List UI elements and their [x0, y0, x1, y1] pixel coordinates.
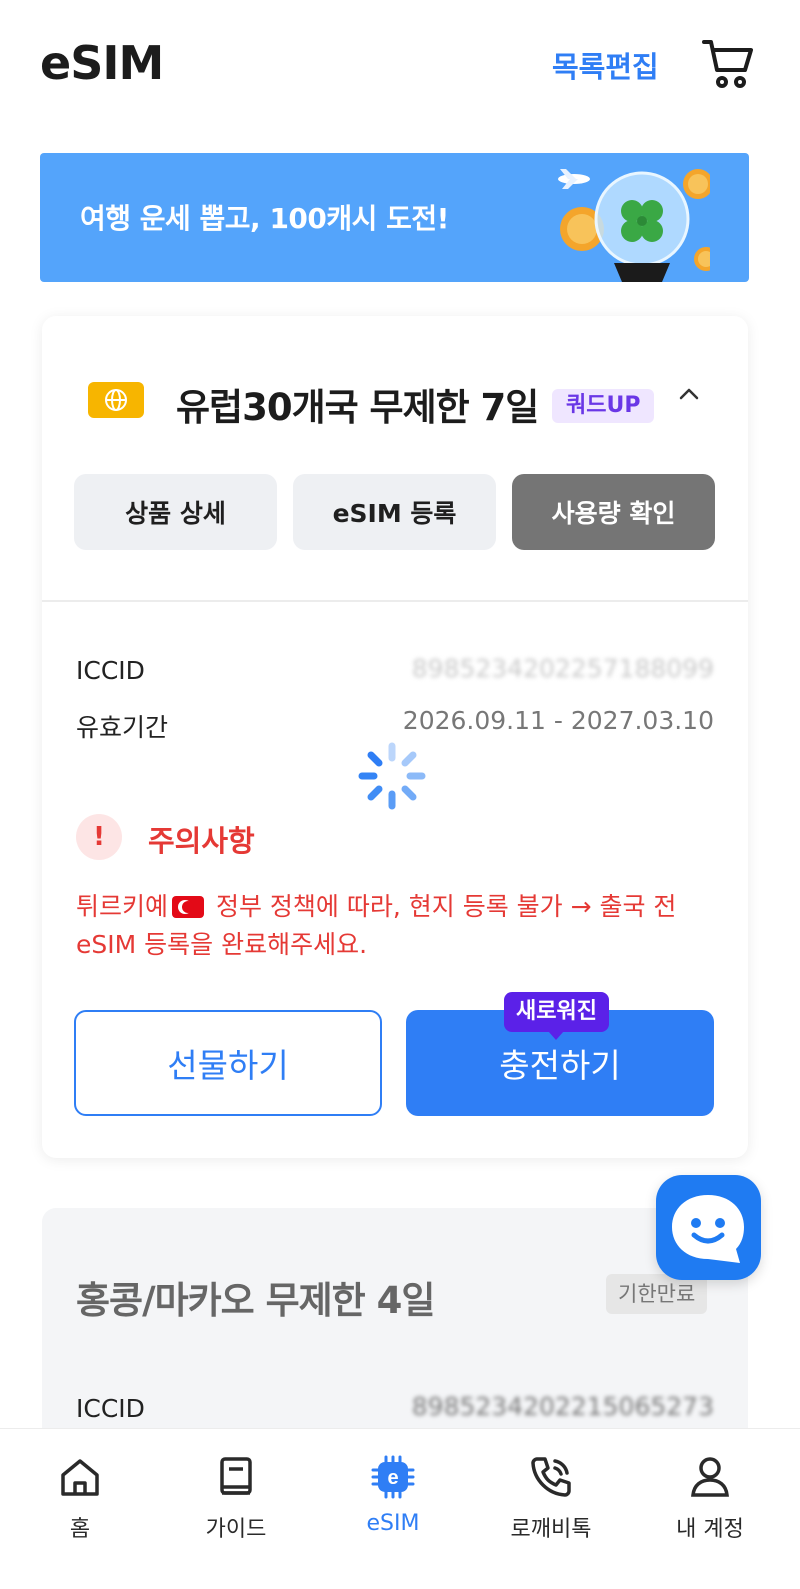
- warning-text: 튀르키예 정부 정책에 따라, 현지 등록 불가 → 출국 전 eSIM 등록을…: [76, 888, 726, 964]
- quad-up-badge: 쿼드UP: [552, 389, 655, 423]
- home-icon: [61, 1459, 99, 1496]
- nav-account-label: 내 계정: [676, 1517, 744, 1542]
- tab-product-detail[interactable]: 상품 상세: [74, 474, 277, 550]
- iccid-value: 8985234202257188099: [411, 654, 714, 683]
- validity-value: 2026.09.11 - 2027.03.10: [402, 706, 714, 735]
- turkey-flag-icon: [172, 896, 205, 918]
- esim-card-europe: 유럽30개국 무제한 7일 쿼드UP 상품 상세 eSIM 등록 사용량 확인 …: [42, 316, 748, 1158]
- app-header: eSIM 목록편집: [0, 0, 800, 130]
- warning-text-country: 튀르키예: [76, 892, 169, 921]
- book-icon: [220, 1457, 252, 1495]
- chevron-up-icon[interactable]: [674, 379, 704, 409]
- promo-banner[interactable]: 여행 운세 뽑고, 100캐시 도전!: [40, 153, 749, 282]
- chat-bot-button[interactable]: [656, 1175, 761, 1280]
- nav-guide-label: 가이드: [205, 1517, 267, 1542]
- fortune-clover-icon: [558, 169, 710, 282]
- tab-esim-register[interactable]: eSIM 등록: [293, 474, 496, 550]
- esim-card-hongkong[interactable]: 홍콩/마카오 무제한 4일 기한만료 ICCID 898523420221506…: [42, 1208, 748, 1458]
- tab-usage-check[interactable]: 사용량 확인: [512, 474, 715, 550]
- nav-esim-label: eSIM: [366, 1511, 420, 1536]
- nav-esim[interactable]: e eSIM: [323, 1453, 463, 1563]
- cart-icon[interactable]: [700, 36, 756, 92]
- banner-text: 여행 운세 뽑고, 100캐시 도전!: [80, 202, 449, 235]
- card-divider: [42, 600, 748, 602]
- nav-home-label: 홈: [69, 1517, 91, 1542]
- chat-face-icon: [672, 1195, 744, 1263]
- warning-title: 주의사항: [148, 824, 255, 858]
- page-title: eSIM: [40, 36, 164, 90]
- person-icon: [691, 1457, 729, 1497]
- card-title: 유럽30개국 무제한 7일: [176, 386, 539, 429]
- card2-iccid-value: 8985234202215065273: [411, 1392, 714, 1421]
- sim-chip-icon: [88, 382, 144, 418]
- validity-label: 유효기간: [76, 713, 169, 742]
- card2-iccid-label: ICCID: [76, 1394, 145, 1423]
- nav-talk[interactable]: 로깨비톡: [481, 1453, 621, 1563]
- nav-talk-label: 로깨비톡: [510, 1517, 592, 1542]
- nav-guide[interactable]: 가이드: [166, 1453, 306, 1563]
- gift-button[interactable]: 선물하기: [74, 1010, 382, 1116]
- warning-icon: !: [76, 814, 122, 860]
- card2-title: 홍콩/마카오 무제한 4일: [76, 1279, 435, 1322]
- phone-icon: [531, 1457, 571, 1497]
- svg-text:e: e: [387, 1467, 398, 1489]
- nav-home[interactable]: 홈: [10, 1453, 150, 1563]
- loading-spinner-icon: [358, 742, 426, 810]
- edit-list-button[interactable]: 목록편집: [552, 44, 659, 86]
- new-tooltip: 새로워진: [504, 992, 609, 1040]
- iccid-label: ICCID: [76, 656, 145, 685]
- esim-chip-icon: e: [371, 1455, 415, 1499]
- nav-account[interactable]: 내 계정: [640, 1453, 780, 1563]
- bottom-nav: 홈 가이드 e eSIM 로깨비톡 내 계정: [0, 1428, 800, 1589]
